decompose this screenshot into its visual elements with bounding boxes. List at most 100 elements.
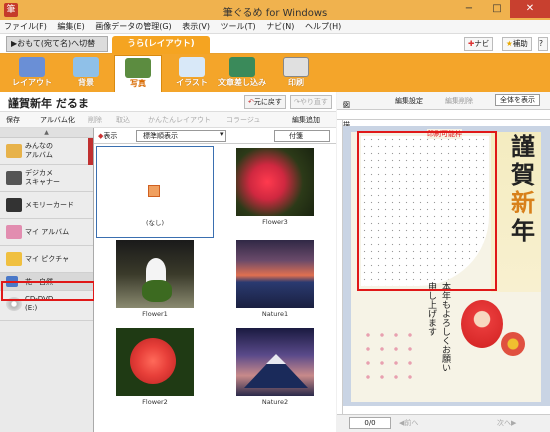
navi-label: ナビ <box>474 39 490 48</box>
photo-icon <box>125 58 151 78</box>
thumb-caption: Nature1 <box>261 310 289 318</box>
menu-file[interactable]: ファイル(F) <box>0 20 51 34</box>
nature1-image <box>236 240 314 308</box>
my-picture-icon <box>6 252 22 266</box>
redo-label: やり直す <box>299 98 328 106</box>
henshu-button[interactable]: 編集設定 <box>395 96 423 106</box>
close-button[interactable]: ✕ <box>510 0 550 18</box>
omote-switch-tab[interactable]: ▶おもて(宛て名)へ切替 <box>6 36 108 52</box>
sidebar-item-camera-scanner[interactable]: デジカメ スキャナー <box>0 165 93 192</box>
thumb-flower3[interactable]: Flower3 <box>216 148 334 226</box>
navi-button[interactable]: ✚ナビ <box>464 37 494 51</box>
tool-text-insert[interactable]: 文章差し込み <box>214 55 270 91</box>
thumb-none[interactable]: (なし) <box>96 146 214 238</box>
help-button[interactable]: ? <box>538 37 548 51</box>
photo-grid: (なし) Flower3 Flower1 Nature1 Flower2 Nat… <box>94 144 336 432</box>
maximize-button[interactable]: □ <box>483 0 511 18</box>
zoom-select[interactable]: 全体を表示 <box>495 94 540 106</box>
menu-tools[interactable]: ツール(T) <box>217 20 260 34</box>
menu-edit[interactable]: 編集(E) <box>53 20 88 34</box>
petal-pattern <box>361 328 421 388</box>
next-page-button[interactable]: 次へ▶ <box>497 418 516 428</box>
tool-label: レイアウト <box>12 78 52 87</box>
tool-print[interactable]: 印刷 <box>272 55 320 91</box>
add-edit-button[interactable]: 編集追加 <box>292 115 320 125</box>
tool-label: 文章差し込み <box>218 78 266 87</box>
tool-background[interactable]: 背景 <box>62 55 110 91</box>
menu-navi[interactable]: ナビ(N) <box>262 20 298 34</box>
kanji-kin: 謹 <box>511 133 535 161</box>
album-icon <box>6 144 22 158</box>
thumb-flower2[interactable]: Flower2 <box>96 328 214 406</box>
picture-icon <box>148 185 160 197</box>
sidebar-scroll-up[interactable]: ▲ <box>0 128 93 138</box>
kanji-shin: 新 <box>511 189 535 217</box>
tool-label: 印刷 <box>288 78 304 87</box>
henshu-delete-button[interactable]: 編集削除 <box>445 96 473 106</box>
card-title: 謹賀新年 だるま <box>8 97 89 110</box>
nature2-image <box>236 328 314 396</box>
sidebar-item-my-album[interactable]: マイ アルバム <box>0 219 93 246</box>
photo-subtoolbar: 保存 アルバム化 削除 取込 かんたんレイアウト コラージュ 編集追加 <box>0 112 336 128</box>
delete-button[interactable]: 削除 <box>88 115 102 125</box>
camera-icon <box>6 171 22 185</box>
tool-illust[interactable]: イラスト <box>168 55 216 91</box>
tool-label: 写真 <box>130 79 146 88</box>
import-button[interactable]: 取込 <box>116 115 130 125</box>
kanji-nen: 年 <box>511 217 535 245</box>
background-icon <box>73 57 99 77</box>
page-indicator: 0/0 <box>349 417 391 429</box>
easy-layout-button[interactable]: かんたんレイアウト <box>148 115 211 125</box>
page-status-bar: 0/0 ◀前へ 次へ▶ <box>337 414 550 432</box>
sidebar-item-label: メモリーカード <box>25 201 74 209</box>
hojo-label: 補助 <box>512 39 528 48</box>
redo-button[interactable]: ↷やり直す <box>290 95 332 109</box>
none-thumb-area <box>116 155 194 215</box>
layout-icon <box>19 57 45 77</box>
tag-select[interactable]: 付箋 <box>274 130 330 142</box>
tool-label: イラスト <box>176 78 208 87</box>
tool-layout[interactable]: レイアウト <box>8 55 56 91</box>
thumb-caption: (なし) <box>145 219 165 227</box>
album-button[interactable]: アルバム化 <box>40 115 75 125</box>
thumb-flower1[interactable]: Flower1 <box>96 240 214 318</box>
main-toolbar: レイアウト 背景 写真 イラスト 文章差し込み 印刷 筆 <box>0 54 550 150</box>
sidebar-item-my-picture[interactable]: マイ ピクチャ <box>0 246 93 273</box>
menu-image-data[interactable]: 画像データの管理(G) <box>91 20 175 34</box>
save-button[interactable]: 保存 <box>6 115 20 125</box>
flower3-image <box>236 148 314 216</box>
thumb-caption: Nature2 <box>261 398 289 406</box>
sidebar-item-flower-nature[interactable]: 花・自然 <box>0 273 93 291</box>
sort-select[interactable]: 標準順表示 <box>136 130 226 142</box>
thumb-caption: Flower3 <box>262 218 288 226</box>
menu-view[interactable]: 表示(V) <box>178 20 214 34</box>
horizontal-ruler <box>337 110 550 120</box>
sidebar-item-minna-album[interactable]: みんなの アルバム <box>0 138 93 165</box>
app-window: 筆 筆ぐるめ for Windows − □ ✕ ファイル(F) 編集(E) 画… <box>0 0 550 432</box>
sort-chevron-down-icon: ▾ <box>220 130 224 138</box>
prev-page-button[interactable]: ◀前へ <box>399 418 418 428</box>
undo-label: 元に戻す <box>253 98 282 106</box>
sidebar-item-memory-card[interactable]: メモリーカード <box>0 192 93 219</box>
thumb-nature2[interactable]: Nature2 <box>216 328 334 406</box>
tool-photo[interactable]: 写真 <box>114 55 162 93</box>
collage-button[interactable]: コラージュ <box>226 115 260 125</box>
minimize-button[interactable]: − <box>455 0 483 18</box>
leaf-shape <box>142 280 172 302</box>
printer-icon <box>283 57 309 77</box>
sidebar-item-cd-dvd[interactable]: CD-DVD (E:) <box>0 291 93 321</box>
undo-button[interactable]: ↶元に戻す <box>244 95 286 109</box>
ura-layout-tab[interactable]: うら(レイアウト) <box>112 36 210 54</box>
folder-icon <box>6 276 18 287</box>
menu-help[interactable]: ヘルプ(H) <box>301 20 345 34</box>
menu-bar: ファイル(F) 編集(E) 画像データの管理(G) 表示(V) ツール(T) ナ… <box>0 20 550 34</box>
my-album-icon <box>6 225 22 239</box>
kanji-ga: 賀 <box>511 161 535 189</box>
thumb-nature1[interactable]: Nature1 <box>216 240 334 318</box>
sidebar-item-label: マイ アルバム <box>25 228 70 236</box>
view-label: ◆表示 <box>98 131 117 141</box>
card-header: 謹賀新年 だるま ↶元に戻す ↷やり直す <box>0 92 336 112</box>
hojo-button[interactable]: ★補助 <box>502 37 532 51</box>
preview-toolbar: ◇図形描画 編集設定 編集削除 全体を表示 <box>337 92 550 139</box>
sidebar-item-label: マイ ピクチャ <box>25 255 70 263</box>
